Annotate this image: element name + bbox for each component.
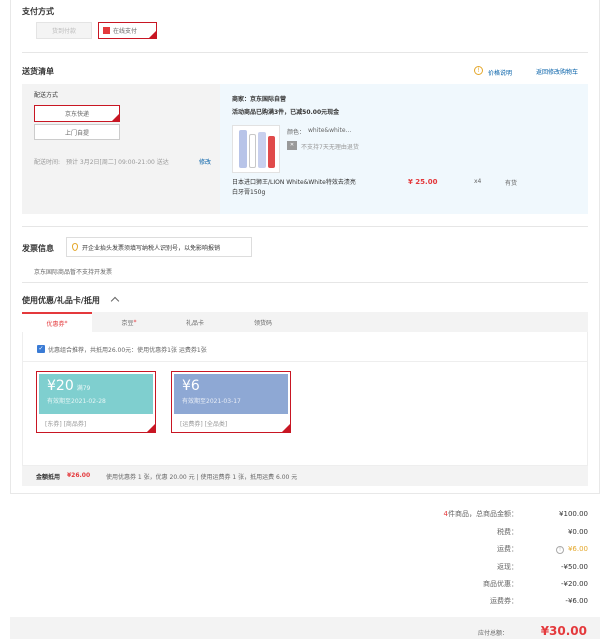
total-goods-row: 4 件商品，总商品金额： ¥100.00 (444, 509, 588, 519)
invoice-title: 发票信息 (22, 244, 54, 253)
product-qty: x4 (474, 178, 482, 185)
lightbulb-icon (72, 243, 78, 251)
promo-text: 活动商品已购满3件，已减50.00元现金 (232, 109, 340, 116)
delivery-option-jd-express[interactable]: 京东快递 (34, 105, 120, 122)
product-image[interactable] (232, 125, 280, 173)
payment-title: 支付方式 (22, 7, 54, 16)
coupon-1-tags: [东券] [商品券] (45, 421, 87, 428)
coupon-2-expiry: 有效期至2021-03-17 (182, 398, 241, 405)
product-color-value: white&white... (308, 127, 352, 134)
delivery-time-label: 配送时间: (34, 159, 61, 166)
freight-row: 运费： ! ¥6.00 (497, 544, 588, 554)
product-name-line2[interactable]: 白牙膏150g (232, 187, 265, 196)
product-return-note: 不支持7天无理由退货 (301, 144, 359, 151)
coupon-card-2[interactable]: ¥6 有效期至2021-03-17 [运费券] [全品类] (171, 371, 291, 433)
info-icon: ! (474, 66, 483, 75)
recommend-checkbox[interactable]: ✓ (37, 345, 45, 353)
goods-discount-row: 商品优惠： -¥20.00 (483, 580, 588, 588)
no-return-icon: ✕ (287, 141, 297, 150)
discount-title: 使用优惠/礼品卡/抵用 (22, 296, 100, 305)
divider (22, 282, 588, 283)
coupon-1-amount: ¥20 (47, 378, 74, 394)
info-icon[interactable]: ! (555, 545, 564, 554)
tax-row: 税费： ¥0.00 (497, 528, 588, 536)
payment-option-cod[interactable]: 货到付款 (36, 22, 92, 39)
tax-value: ¥0.00 (567, 528, 588, 536)
divider (22, 361, 588, 362)
tab-jingdou[interactable]: 京豆 * (94, 312, 164, 332)
tab-coupon[interactable]: 优惠券 * (22, 312, 92, 333)
tab-gift-card[interactable]: 礼品卡 (160, 312, 230, 332)
goods-total: ¥100.00 (559, 510, 588, 518)
divider (22, 226, 588, 227)
product-price: ¥ 25.00 (408, 178, 438, 186)
price-note-link[interactable]: 价格说明 (488, 68, 512, 77)
back-to-cart-link[interactable]: 返回修改购物车 (536, 67, 578, 76)
cashback-value: -¥50.00 (560, 563, 588, 571)
coupon-1-condition: 满79 (76, 385, 91, 392)
discount-summary-amount: ¥26.00 (67, 472, 91, 479)
delivery-title: 送货清单 (22, 67, 54, 76)
tab-pickup-code[interactable]: 领货码 (228, 312, 298, 332)
invoice-tip: 开企业抬头发票须填写纳税人识别号，以免影响报销 (66, 237, 252, 257)
delivery-method-panel (22, 84, 220, 214)
delivery-time-edit-link[interactable]: 修改 (199, 157, 211, 166)
payment-option-online-label: 在线支付 (113, 28, 138, 35)
invoice-tip-text: 开企业抬头发票须填写纳税人识别号，以免影响报销 (82, 244, 221, 252)
cashback-row: 返现： -¥50.00 (497, 563, 588, 571)
freight-coupon-row: 运费券： -¥6.00 (490, 597, 588, 605)
delivery-option-pickup[interactable]: 上门自提 (34, 124, 120, 140)
invoice-note: 京东国际商品暂不支持开发票 (34, 269, 113, 276)
discount-summary-detail: 使用优惠券 1 张，优惠 20.00 元 | 使用运费券 1 张，抵用运费 6.… (106, 474, 298, 481)
seller-name: 商家：京东国际自营 (232, 96, 287, 103)
product-color-label: 颜色： (287, 129, 306, 136)
coupon-2-amount: ¥6 (182, 378, 200, 394)
delivery-time-value: 预计 3月2日[周二] 09:00-21:00 送达 (66, 159, 169, 166)
coupon-1-expiry: 有效期至2021-02-28 (47, 398, 106, 405)
delivery-method-title: 配送方式 (34, 92, 59, 99)
payable-label: 应付总额： (478, 630, 509, 637)
discount-summary-label: 金额抵用 (36, 474, 61, 481)
payable-value: ¥30.00 (540, 624, 587, 638)
divider (22, 52, 588, 53)
item-count-label: 件商品，总商品金额： (448, 510, 518, 518)
freight-value: ! ¥6.00 (518, 545, 588, 554)
product-stock: 有货 (505, 180, 518, 187)
recommend-text: 优惠组合推荐，共抵用26.00元：使用优惠券1张 运费券1张 (48, 347, 207, 354)
payment-option-online[interactable]: 在线支付 (98, 22, 157, 39)
payable-bar (10, 617, 600, 639)
coupon-2-tags: [运费券] [全品类] (180, 421, 228, 428)
online-pay-icon (103, 27, 110, 34)
coupon-card-1[interactable]: ¥20 满79 有效期至2021-02-28 [东券] [商品券] (36, 371, 156, 433)
goods-discount-value: -¥20.00 (560, 580, 588, 588)
freight-coupon-value: -¥6.00 (565, 597, 588, 605)
product-name-line1[interactable]: 日本进口狮王/LION White&White特效去渍亮 (232, 177, 356, 186)
